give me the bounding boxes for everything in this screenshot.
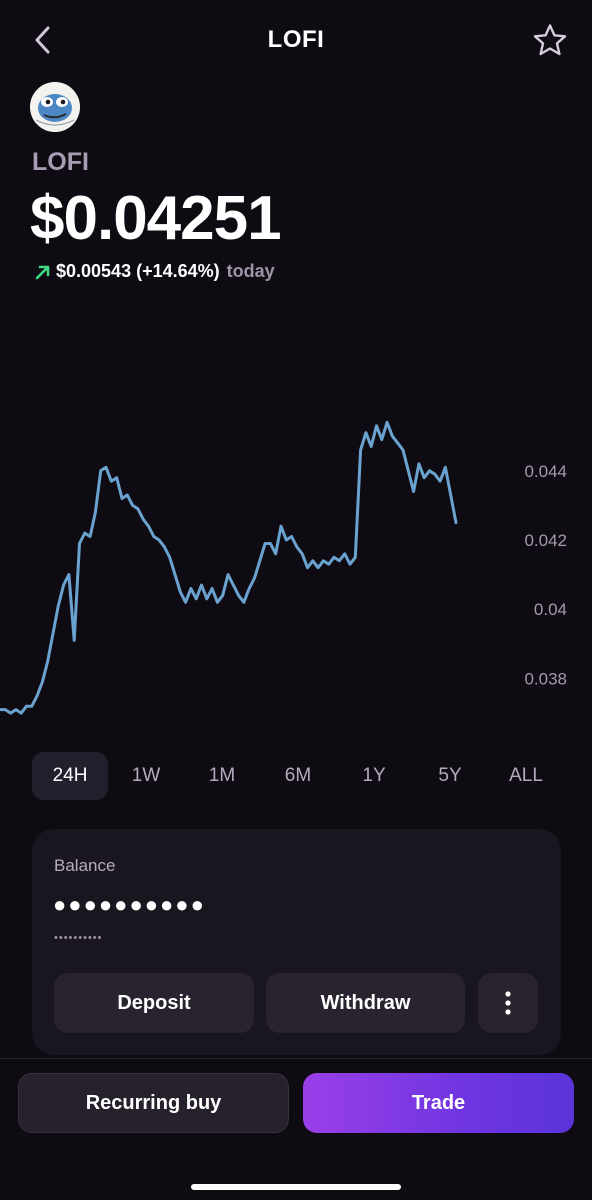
balance-value-hidden[interactable]: ●●●●●●●●●● [53, 892, 206, 918]
balance-label: Balance [54, 856, 116, 875]
range-6m[interactable]: 6M [260, 752, 336, 800]
token-avatar [30, 82, 80, 132]
asset-ticker: LOFI [32, 148, 89, 176]
star-outline-icon [533, 24, 567, 56]
home-indicator[interactable] [191, 1184, 401, 1190]
y-tick-label: 0.04 [534, 600, 567, 619]
balance-subvalue-hidden: •••••••••• [54, 932, 103, 944]
trade-button[interactable]: Trade [303, 1073, 574, 1133]
price-chart-svg: 0.044 0.042 0.04 0.038 [0, 420, 567, 715]
deposit-button[interactable]: Deposit [54, 973, 254, 1033]
range-1w[interactable]: 1W [108, 752, 184, 800]
more-vertical-icon [505, 991, 511, 1015]
y-tick-label: 0.038 [524, 669, 567, 688]
balance-card: Balance ●●●●●●●●●● •••••••••• Deposit Wi… [32, 829, 561, 1055]
bottom-action-bar: Recurring buy Trade [0, 1058, 592, 1200]
recurring-buy-button[interactable]: Recurring buy [18, 1073, 289, 1133]
favorite-button[interactable] [530, 20, 570, 60]
asset-price: $0.04251 [30, 184, 282, 253]
range-1y[interactable]: 1Y [336, 752, 412, 800]
app-header: LOFI [0, 0, 592, 80]
y-tick-label: 0.044 [524, 462, 567, 481]
pepe-token-logo [30, 82, 80, 132]
page-title: LOFI [267, 26, 325, 53]
y-tick-label: 0.042 [524, 531, 567, 550]
range-all[interactable]: ALL [488, 752, 564, 800]
withdraw-button[interactable]: Withdraw [266, 973, 465, 1033]
time-range-selector: 24H 1W 1M 6M 1Y 5Y ALL [32, 752, 564, 802]
range-24h[interactable]: 24H [32, 752, 108, 800]
price-chart[interactable]: 0.044 0.042 0.04 0.038 [0, 300, 592, 740]
more-options-button[interactable] [478, 973, 538, 1033]
range-5y[interactable]: 5Y [412, 752, 488, 800]
price-series-line [0, 420, 458, 715]
arrow-up-right-icon [35, 265, 50, 279]
price-change: $0.00543 (+14.64%) today [34, 261, 275, 282]
change-value: $0.00543 (+14.64%) [56, 261, 220, 281]
range-1m[interactable]: 1M [184, 752, 260, 800]
change-period: today [226, 261, 275, 281]
